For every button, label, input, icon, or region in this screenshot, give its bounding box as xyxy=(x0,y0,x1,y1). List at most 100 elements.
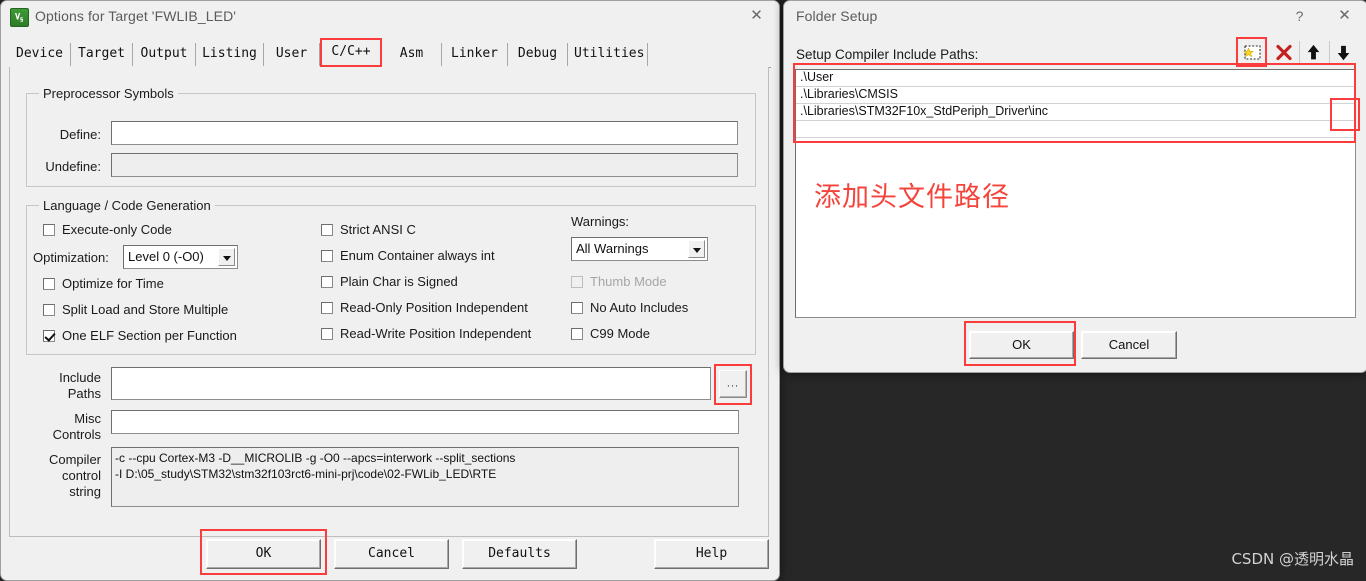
checkbox-label: Execute-only Code xyxy=(62,222,172,237)
list-item[interactable]: .\User xyxy=(796,70,1355,87)
include-paths-input[interactable] xyxy=(111,367,711,400)
language-code-generation-title: Language / Code Generation xyxy=(39,198,215,213)
down-arrow-glyph xyxy=(1337,45,1350,61)
new-folder-glyph xyxy=(1243,45,1261,60)
checkbox-label: Optimize for Time xyxy=(62,276,164,291)
include-paths-listbox[interactable]: .\User .\Libraries\CMSIS .\Libraries\STM… xyxy=(795,69,1356,318)
checkbox-strict-ansi-c[interactable]: Strict ANSI C xyxy=(321,222,416,237)
warnings-value: All Warnings xyxy=(576,241,649,256)
compiler-control-string-box[interactable]: -c --cpu Cortex-M3 -D__MICROLIB -g -O0 -… xyxy=(111,447,739,507)
checkbox-box xyxy=(321,224,333,236)
setup-compiler-include-paths-label: Setup Compiler Include Paths: xyxy=(796,47,979,62)
checkbox-label: Split Load and Store Multiple xyxy=(62,302,229,317)
compiler-control-string-label-line2: control xyxy=(61,468,101,483)
checkbox-read-only-position-independent[interactable]: Read-Only Position Independent xyxy=(321,300,528,315)
checkbox-label: Read-Only Position Independent xyxy=(340,300,528,315)
folder-setup-dialog: Folder Setup ? ✕ Setup Compiler Include … xyxy=(783,0,1366,373)
options-defaults-button[interactable]: Defaults xyxy=(462,539,577,569)
list-item[interactable]: .\Libraries\CMSIS xyxy=(796,87,1355,104)
folder-close-button[interactable]: ✕ xyxy=(1322,1,1366,31)
folder-ok-button[interactable]: OK xyxy=(969,331,1074,359)
checkbox-label: Strict ANSI C xyxy=(340,222,416,237)
checkbox-box xyxy=(43,224,55,236)
list-item[interactable]: .\Libraries\STM32F10x_StdPeriph_Driver\i… xyxy=(796,104,1355,121)
tab-asm[interactable]: Asm xyxy=(382,43,442,66)
checkbox-one-elf-section-per-function[interactable]: One ELF Section per Function xyxy=(43,328,237,343)
folder-cancel-button[interactable]: Cancel xyxy=(1081,331,1177,359)
checkbox-label: No Auto Includes xyxy=(590,300,689,315)
misc-controls-label-line1: Misc xyxy=(74,411,101,426)
optimization-combobox[interactable]: Level 0 (-O0) xyxy=(123,245,238,269)
checkbox-box xyxy=(571,302,583,314)
checkbox-enum-container-always-int[interactable]: Enum Container always int xyxy=(321,248,495,263)
tab-linker[interactable]: Linker xyxy=(442,43,508,66)
define-input[interactable] xyxy=(111,121,738,145)
misc-controls-input[interactable] xyxy=(111,410,739,434)
tab-device[interactable]: Device xyxy=(9,43,71,66)
list-item-empty[interactable] xyxy=(796,121,1355,138)
red-x-glyph xyxy=(1276,44,1292,61)
misc-controls-label-line2: Controls xyxy=(52,427,101,442)
checkbox-c99-mode[interactable]: C99 Mode xyxy=(571,326,650,341)
checkbox-box xyxy=(571,328,583,340)
checkbox-box xyxy=(571,276,583,288)
options-help-button[interactable]: Help xyxy=(654,539,769,569)
checkbox-no-auto-includes[interactable]: No Auto Includes xyxy=(571,300,688,315)
checkbox-read-write-position-independent[interactable]: Read-Write Position Independent xyxy=(321,326,531,341)
checkbox-thumb-mode: Thumb Mode xyxy=(571,274,667,289)
options-ok-button[interactable]: OK xyxy=(206,539,321,569)
include-paths-label-line1: Include xyxy=(59,370,101,385)
undefine-input[interactable] xyxy=(111,153,738,177)
checkbox-optimize-for-time[interactable]: Optimize for Time xyxy=(43,276,164,291)
tab-debug[interactable]: Debug xyxy=(508,43,568,66)
undefine-label: Undefine: xyxy=(45,159,101,174)
checkbox-box xyxy=(43,304,55,316)
checkbox-box xyxy=(321,276,333,288)
move-down-icon[interactable] xyxy=(1329,41,1357,65)
checkbox-label: One ELF Section per Function xyxy=(62,328,237,343)
tab-target[interactable]: Target xyxy=(71,43,133,66)
include-paths-browse-button[interactable]: ... xyxy=(719,370,747,398)
chevron-down-icon[interactable] xyxy=(688,240,705,258)
tab-c-cpp[interactable]: C/C++ xyxy=(320,37,382,66)
folder-help-button[interactable]: ? xyxy=(1277,1,1322,31)
options-close-button[interactable]: ✕ xyxy=(734,1,779,31)
include-paths-label-line2: Paths xyxy=(67,386,101,401)
checkbox-box xyxy=(43,330,55,342)
checkbox-split-load-and-store-multiple[interactable]: Split Load and Store Multiple xyxy=(43,302,228,317)
options-dialog-titlebar: Options for Target 'FWLIB_LED' ✕ xyxy=(1,1,779,32)
annotation-add-header-path: 添加头文件路径 xyxy=(814,182,1010,213)
checkbox-label: C99 Mode xyxy=(590,326,650,341)
tab-listing[interactable]: Listing xyxy=(196,43,264,66)
delete-icon[interactable] xyxy=(1270,41,1298,65)
tab-utilities[interactable]: Utilities xyxy=(568,43,648,66)
checkbox-box xyxy=(321,250,333,262)
checkbox-label: Read-Write Position Independent xyxy=(340,326,532,341)
checkbox-box xyxy=(321,328,333,340)
warnings-combobox[interactable]: All Warnings xyxy=(571,237,708,261)
new-folder-icon[interactable] xyxy=(1238,41,1266,65)
checkbox-box xyxy=(321,302,333,314)
keil-uvision-icon xyxy=(10,8,29,27)
define-label: Define: xyxy=(59,127,101,142)
chevron-down-icon[interactable] xyxy=(218,248,235,266)
move-up-icon[interactable] xyxy=(1299,41,1327,65)
checkbox-label: Plain Char is Signed xyxy=(340,274,458,289)
checkbox-label: Thumb Mode xyxy=(590,274,667,289)
options-for-target-dialog: Options for Target 'FWLIB_LED' ✕ Device … xyxy=(0,0,780,581)
compiler-control-string-line1: -c --cpu Cortex-M3 -D__MICROLIB -g -O0 -… xyxy=(115,451,516,465)
tab-output[interactable]: Output xyxy=(133,43,196,66)
checkbox-box xyxy=(43,278,55,290)
compiler-control-string-label-line1: Compiler xyxy=(48,452,101,467)
compiler-control-string-label-line3: string xyxy=(69,484,101,499)
checkbox-execute-only-code[interactable]: Execute-only Code xyxy=(43,222,172,237)
options-tab-strip: Device Target Output Listing User C/C++ … xyxy=(9,37,771,68)
tab-user[interactable]: User xyxy=(264,43,320,66)
folder-dialog-title: Folder Setup xyxy=(796,8,878,24)
compiler-control-string-line2: -I D:\05_study\STM32\stm32f103rct6-mini-… xyxy=(115,467,497,481)
checkbox-plain-char-is-signed[interactable]: Plain Char is Signed xyxy=(321,274,458,289)
preprocessor-symbols-title: Preprocessor Symbols xyxy=(39,86,178,101)
options-cancel-button[interactable]: Cancel xyxy=(334,539,449,569)
ellipsis-icon: ... xyxy=(726,377,740,390)
warnings-label: Warnings: xyxy=(571,214,630,229)
